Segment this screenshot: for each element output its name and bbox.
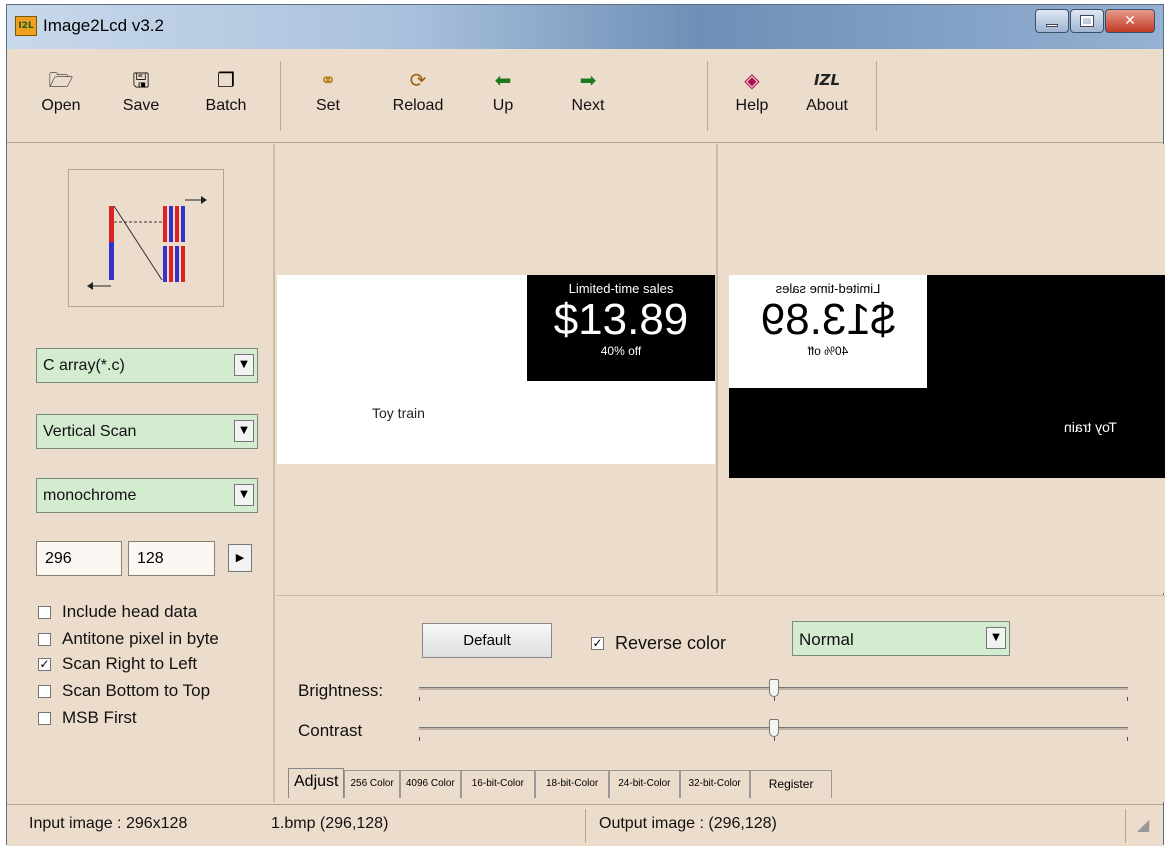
set-button[interactable]: ⚭ Set: [288, 61, 368, 131]
scan-diagram-icon: [87, 196, 207, 290]
batch-button[interactable]: ❐ Batch: [181, 61, 271, 131]
open-button[interactable]: 🗁 Open: [21, 61, 101, 131]
settings-panel: C array(*.c) ▼ Vertical Scan ▼ monochrom…: [7, 144, 275, 802]
product-name: Toy train: [372, 405, 425, 421]
default-button[interactable]: Default: [422, 623, 552, 658]
apply-size-button[interactable]: ▶: [228, 544, 252, 572]
about-icon: IZL: [813, 71, 840, 89]
slider-tick: [419, 697, 420, 701]
tab-16-bit-color[interactable]: 16-bit-Color: [460, 770, 535, 798]
msb-first-checkbox[interactable]: MSB First: [38, 706, 137, 730]
open-icon: 🗁: [48, 68, 74, 92]
color-depth-select[interactable]: monochrome ▼: [36, 478, 258, 513]
about-button[interactable]: IZL About: [787, 61, 867, 131]
tab-24-bit-color[interactable]: 24-bit-Color: [609, 770, 680, 798]
antitone-pixel-checkbox[interactable]: Antitone pixel in byte: [38, 627, 219, 651]
minimize-icon: [1046, 23, 1058, 27]
contrast-label: Contrast: [298, 721, 363, 740]
slider-tick: [1127, 737, 1128, 741]
dither-mode-select[interactable]: Normal ▼: [792, 621, 1010, 656]
tab-4096-color[interactable]: 4096 Color: [399, 770, 461, 798]
price-tag-mirrored: Limited-time sales $13.89 40% off: [729, 275, 927, 388]
maximize-icon: [1080, 15, 1094, 27]
checkbox-box[interactable]: [38, 684, 51, 698]
help-button[interactable]: ◈ Help: [717, 61, 787, 131]
close-button[interactable]: ✕: [1105, 9, 1155, 33]
adjust-panel: Default ✓ Reverse color Normal ▼ Brightn…: [277, 595, 1165, 802]
output-image-status: Output image : (296,128): [599, 815, 777, 832]
input-image-status: Input image : 296x128: [29, 815, 188, 832]
product-name-mirrored: Toy train: [1064, 419, 1117, 435]
status-bar: Input image : 296x128 1.bmp (296,128) Ou…: [7, 804, 1163, 846]
toolbar-group-info: ◈ Help IZL About: [717, 61, 877, 131]
checkbox-box[interactable]: [38, 711, 51, 725]
contrast-slider[interactable]: [419, 719, 1128, 741]
minimize-button[interactable]: [1035, 9, 1069, 33]
save-icon: 🖫: [132, 68, 150, 92]
window-controls: ✕: [1034, 9, 1155, 33]
tab-adjust[interactable]: Adjust: [288, 768, 345, 798]
glasses-icon: ⚭: [319, 68, 337, 92]
output-type-select[interactable]: C array(*.c) ▼: [36, 348, 258, 383]
window-title: Image2Lcd v3.2: [43, 16, 164, 35]
chevron-down-icon[interactable]: ▼: [234, 420, 254, 442]
input-preview: Limited-time sales $13.89 40% off Toy tr…: [277, 144, 718, 593]
play-icon: ▶: [235, 551, 245, 564]
width-input[interactable]: 296: [36, 541, 122, 576]
slider-tick: [1127, 697, 1128, 701]
slider-tick: [773, 737, 775, 741]
toolbar: 🗁 Open 🖫 Save ❐ Batch ⚭ Set ⟳ Reload ⬅ U…: [7, 49, 1163, 143]
chevron-down-icon[interactable]: ▼: [986, 627, 1006, 649]
up-button[interactable]: ⬅ Up: [468, 61, 538, 131]
contrast-thumb[interactable]: [768, 719, 779, 737]
right-arrow-icon: ➡: [579, 68, 597, 92]
app-window: I2L Image2Lcd v3.2 ✕ 🗁 Open 🖫 Save ❐ Bat…: [6, 4, 1165, 846]
toolbar-group-image: ⚭ Set ⟳ Reload ⬅ Up ➡ Next: [288, 61, 708, 131]
price-tag: Limited-time sales $13.89 40% off: [527, 275, 715, 381]
slider-tick: [773, 697, 775, 701]
brightness-slider[interactable]: [419, 679, 1128, 701]
status-divider: [1125, 809, 1126, 843]
maximize-button[interactable]: [1070, 9, 1104, 33]
checkbox-box[interactable]: [38, 632, 51, 646]
input-image: Limited-time sales $13.89 40% off Toy tr…: [277, 275, 715, 464]
reload-button[interactable]: ⟳ Reload: [368, 61, 468, 131]
checkbox-box[interactable]: ✓: [38, 657, 51, 671]
tab-18-bit-color[interactable]: 18-bit-Color: [535, 770, 610, 798]
brightness-thumb[interactable]: [768, 679, 779, 697]
include-head-data-checkbox[interactable]: Include head data: [38, 600, 197, 624]
checkbox-box[interactable]: [38, 605, 51, 619]
output-preview: Limited-time sales $13.89 40% off Toy tr…: [720, 144, 1165, 593]
close-icon: ✕: [1124, 13, 1136, 29]
resize-grip-icon[interactable]: ◢: [1137, 815, 1149, 835]
next-button[interactable]: ➡ Next: [538, 61, 638, 131]
title-bar[interactable]: I2L Image2Lcd v3.2 ✕: [7, 5, 1163, 49]
brightness-label: Brightness:: [298, 681, 384, 700]
file-status: 1.bmp (296,128): [271, 815, 389, 832]
reverse-color-checkbox[interactable]: ✓ Reverse color: [591, 633, 726, 654]
scan-right-to-left-checkbox[interactable]: ✓ Scan Right to Left: [38, 652, 197, 676]
height-input[interactable]: 128: [128, 541, 215, 576]
checkbox-box[interactable]: ✓: [591, 637, 604, 650]
tab-256-color[interactable]: 256 Color: [344, 770, 400, 798]
toolbar-group-file: 🗁 Open 🖫 Save ❐ Batch: [21, 61, 281, 131]
reload-icon: ⟳: [409, 68, 427, 92]
tab-register[interactable]: Register: [749, 770, 833, 798]
help-icon: ◈: [744, 68, 760, 92]
output-image: Limited-time sales $13.89 40% off Toy tr…: [729, 275, 1165, 478]
chevron-down-icon[interactable]: ▼: [234, 484, 254, 506]
chevron-down-icon[interactable]: ▼: [234, 354, 254, 376]
save-button[interactable]: 🖫 Save: [101, 61, 181, 131]
scan-direction-diagram: [68, 169, 224, 307]
app-icon: I2L: [15, 16, 37, 36]
batch-icon: ❐: [217, 68, 235, 92]
scan-bottom-to-top-checkbox[interactable]: Scan Bottom to Top: [38, 679, 210, 703]
status-divider: [585, 809, 586, 843]
tab-32-bit-color[interactable]: 32-bit-Color: [679, 770, 750, 798]
left-arrow-icon: ⬅: [494, 68, 512, 92]
slider-tick: [419, 737, 420, 741]
color-tabs: Adjust 256 Color 4096 Color 16-bit-Color…: [288, 768, 833, 798]
scan-mode-select[interactable]: Vertical Scan ▼: [36, 414, 258, 449]
